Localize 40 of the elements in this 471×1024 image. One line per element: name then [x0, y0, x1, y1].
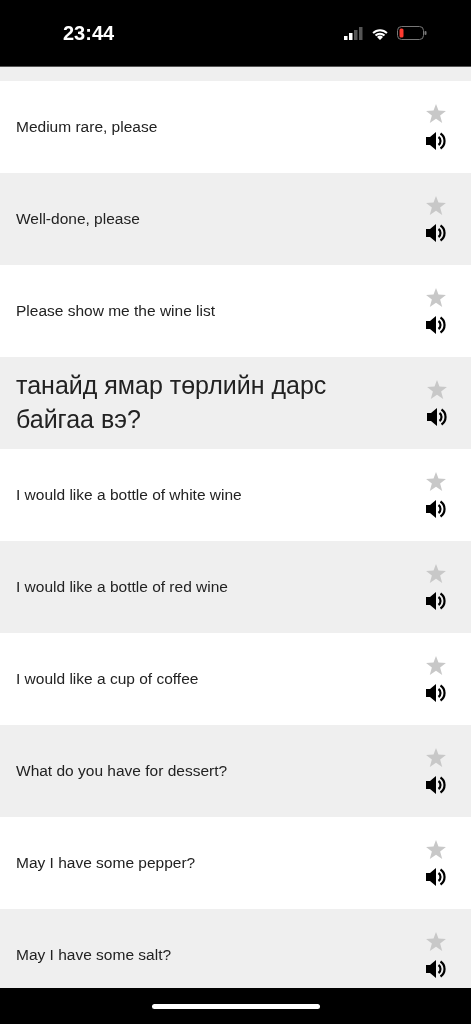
translation-text: танайд ямар төрлийн дарс байгаа вэ?: [16, 370, 328, 435]
speaker-icon[interactable]: [426, 590, 446, 611]
speaker-icon[interactable]: [426, 774, 446, 795]
star-icon[interactable]: [426, 287, 446, 307]
star-icon[interactable]: [426, 931, 446, 951]
speaker-icon[interactable]: [426, 498, 446, 519]
speaker-icon[interactable]: [426, 130, 446, 151]
star-icon[interactable]: [426, 747, 446, 767]
phrase-row[interactable]: May I have some pepper?: [0, 817, 471, 909]
speaker-icon[interactable]: [426, 682, 446, 703]
star-icon[interactable]: [426, 839, 446, 859]
wifi-icon: [371, 26, 389, 40]
star-icon[interactable]: [426, 471, 446, 491]
phrase-text: What do you have for dessert?: [16, 761, 229, 782]
phrase-text: Well-done, please: [16, 209, 141, 230]
star-icon[interactable]: [426, 195, 446, 215]
star-icon[interactable]: [427, 379, 448, 399]
phrase-text: May I have some pepper?: [16, 853, 197, 874]
phrase-text: Medium rare, please: [16, 117, 159, 138]
phrase-row[interactable]: I would like a cup of coffee: [0, 633, 471, 725]
home-indicator[interactable]: [151, 1003, 320, 1009]
phrase-row[interactable]: I would like a bottle of white wine: [0, 449, 471, 541]
star-icon[interactable]: [426, 563, 446, 583]
phrase-text: May I have some salt?: [16, 945, 173, 966]
phrase-text: Please show me the wine list: [16, 301, 216, 322]
status-time: 23:44: [63, 21, 115, 46]
phrase-text: I would like a cup of coffee: [16, 669, 200, 690]
star-icon[interactable]: [426, 103, 446, 123]
speaker-icon[interactable]: [426, 866, 446, 887]
signal-icon: [344, 26, 363, 40]
battery-icon: [397, 26, 427, 40]
star-icon[interactable]: [426, 655, 446, 675]
speaker-icon[interactable]: [426, 958, 446, 979]
speaker-icon[interactable]: [427, 406, 448, 427]
phrase-row[interactable]: Please show me the wine list: [0, 265, 471, 357]
speaker-icon[interactable]: [426, 314, 446, 335]
phrase-text: I would like a bottle of red wine: [16, 577, 229, 598]
phrase-text: I would like a bottle of white wine: [16, 485, 243, 506]
speaker-icon[interactable]: [426, 222, 446, 243]
phrase-row[interactable]: Medium rare, please: [0, 81, 471, 173]
